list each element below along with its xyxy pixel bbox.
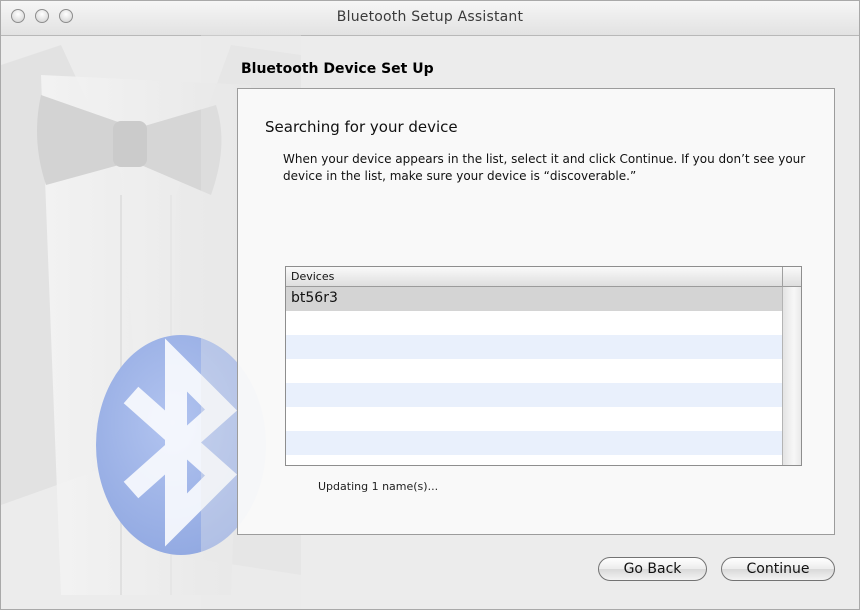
table-row-empty bbox=[286, 407, 782, 431]
devices-column-header[interactable]: Devices bbox=[291, 270, 334, 283]
table-row-selected[interactable]: bt56r3 bbox=[286, 287, 782, 311]
setup-assistant-window: Bluetooth Setup Assistant Bluetooth Devi… bbox=[0, 0, 860, 610]
table-header[interactable]: Devices bbox=[286, 267, 801, 287]
title-bar: Bluetooth Setup Assistant bbox=[1, 1, 859, 36]
instructions-text: When your device appears in the list, se… bbox=[283, 152, 806, 183]
table-header-corner bbox=[782, 267, 801, 287]
table-row-empty bbox=[286, 455, 782, 465]
devices-table[interactable]: Devices bt56r3 bbox=[285, 266, 802, 466]
section-title: Bluetooth Device Set Up bbox=[241, 61, 434, 77]
continue-button[interactable]: Continue bbox=[721, 557, 835, 581]
window-title: Bluetooth Setup Assistant bbox=[336, 9, 524, 25]
table-row-empty bbox=[286, 431, 782, 455]
status-text: Updating 1 name(s)... bbox=[318, 480, 439, 493]
vertical-scrollbar[interactable] bbox=[782, 287, 801, 465]
table-row-empty bbox=[286, 359, 782, 383]
table-row-empty bbox=[286, 335, 782, 359]
go-back-button[interactable]: Go Back bbox=[598, 557, 707, 581]
table-row-empty bbox=[286, 311, 782, 335]
panel-heading: Searching for your device bbox=[265, 118, 458, 136]
device-list: bt56r3 bbox=[286, 287, 782, 465]
device-name: bt56r3 bbox=[291, 290, 338, 306]
table-row-empty bbox=[286, 383, 782, 407]
